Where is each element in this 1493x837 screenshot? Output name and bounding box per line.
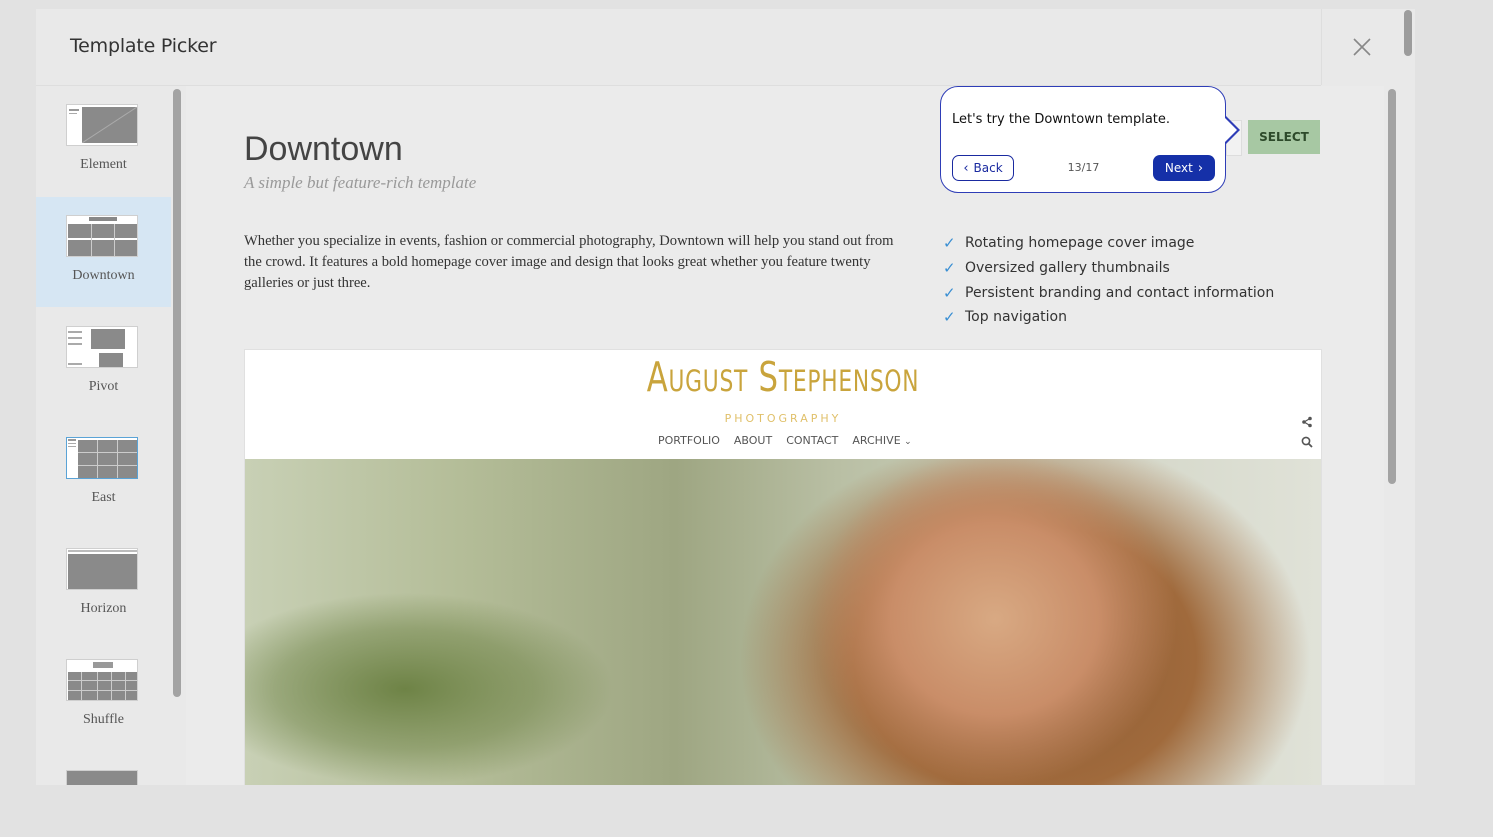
check-icon: ✓ bbox=[943, 234, 956, 253]
tour-tooltip: Let's try the Downtown template. ‹ Back … bbox=[940, 86, 1226, 193]
feature-item: ✓ Rotating homepage cover image bbox=[943, 234, 1195, 253]
template-thumbnail bbox=[66, 659, 138, 701]
feature-item: ✓ Persistent branding and contact informa… bbox=[943, 283, 1275, 302]
check-icon: ✓ bbox=[943, 308, 956, 327]
feature-list: ✓ Rotating homepage cover image ✓ Oversize… bbox=[943, 231, 1274, 330]
template-thumbnail bbox=[66, 326, 138, 368]
preview-nav-item: ABOUT bbox=[733, 434, 773, 447]
preview-nav-item: CONTACT bbox=[786, 434, 839, 447]
tour-next-button[interactable]: Next › bbox=[1153, 155, 1215, 181]
preview-brand-name: August Stephenson bbox=[646, 353, 920, 401]
sidebar-item-label: Downtown bbox=[72, 268, 135, 283]
content-scrollbar[interactable] bbox=[1388, 89, 1396, 484]
preview-icons bbox=[1301, 416, 1313, 448]
close-button[interactable] bbox=[1321, 9, 1402, 85]
check-icon: ✓ bbox=[943, 259, 956, 278]
sidebar-item-label: Shuffle bbox=[83, 712, 124, 727]
feature-item: ✓ Oversized gallery thumbnails bbox=[943, 259, 1170, 278]
template-thumbnail bbox=[66, 770, 138, 785]
template-thumbnail bbox=[66, 215, 138, 257]
sidebar-item-label: Element bbox=[80, 157, 127, 172]
modal-scrollbar[interactable] bbox=[1404, 10, 1412, 56]
template-tagline: A simple but feature-rich template bbox=[244, 173, 477, 192]
template-title: Downtown bbox=[244, 130, 403, 168]
modal-header: Template Picker bbox=[36, 9, 1321, 86]
sidebar-item-element[interactable]: Element bbox=[36, 86, 171, 196]
sidebar-scrollbar[interactable] bbox=[173, 89, 181, 697]
sidebar-item-east[interactable]: East bbox=[36, 419, 171, 529]
template-thumbnail bbox=[66, 548, 138, 590]
sidebar-item-label: Pivot bbox=[88, 379, 119, 394]
preview-nav: PORTFOLIO ABOUT CONTACT ARCHIVE ⌄ bbox=[658, 434, 912, 447]
sidebar-item-horizon[interactable]: Horizon bbox=[36, 530, 171, 640]
sidebar-item-shuffle[interactable]: Shuffle bbox=[36, 641, 171, 751]
sidebar-item-label: Horizon bbox=[80, 601, 127, 616]
sidebar-item-label: East bbox=[91, 490, 116, 505]
sidebar-item-next[interactable] bbox=[36, 752, 171, 785]
chevron-right-icon: › bbox=[1197, 160, 1204, 176]
tour-message: Let's try the Downtown template. bbox=[952, 112, 1171, 127]
check-icon: ✓ bbox=[943, 283, 956, 302]
share-icon bbox=[1302, 416, 1312, 428]
chevron-down-icon: ⌄ bbox=[904, 437, 912, 447]
preview-brand-sub: PHOTOGRAPHY bbox=[724, 412, 842, 425]
modal-title: Template Picker bbox=[70, 35, 217, 57]
sidebar-item-downtown[interactable]: Downtown bbox=[36, 197, 171, 307]
template-sidebar: Element Downtown Pivot East Horizon Shuf… bbox=[36, 86, 171, 785]
tour-back-button[interactable]: ‹ Back bbox=[952, 155, 1014, 181]
tour-progress: 13/17 bbox=[1067, 161, 1100, 174]
template-description: Whether you specialize in events, fashio… bbox=[244, 233, 894, 291]
preview-nav-item: PORTFOLIO bbox=[658, 434, 720, 447]
search-icon bbox=[1301, 436, 1313, 448]
template-preview: August Stephenson PHOTOGRAPHY PORTFOLIO … bbox=[244, 349, 1322, 785]
select-button[interactable]: SELECT bbox=[1248, 120, 1320, 154]
sidebar-item-pivot[interactable]: Pivot bbox=[36, 308, 171, 418]
feature-item: ✓ Top navigation bbox=[943, 308, 1067, 327]
cover-photo bbox=[245, 459, 1321, 785]
chevron-left-icon: ‹ bbox=[963, 160, 969, 176]
close-icon bbox=[1353, 38, 1371, 56]
template-thumbnail bbox=[66, 437, 138, 479]
preview-nav-item: ARCHIVE ⌄ bbox=[852, 434, 912, 447]
template-thumbnail bbox=[66, 104, 138, 146]
